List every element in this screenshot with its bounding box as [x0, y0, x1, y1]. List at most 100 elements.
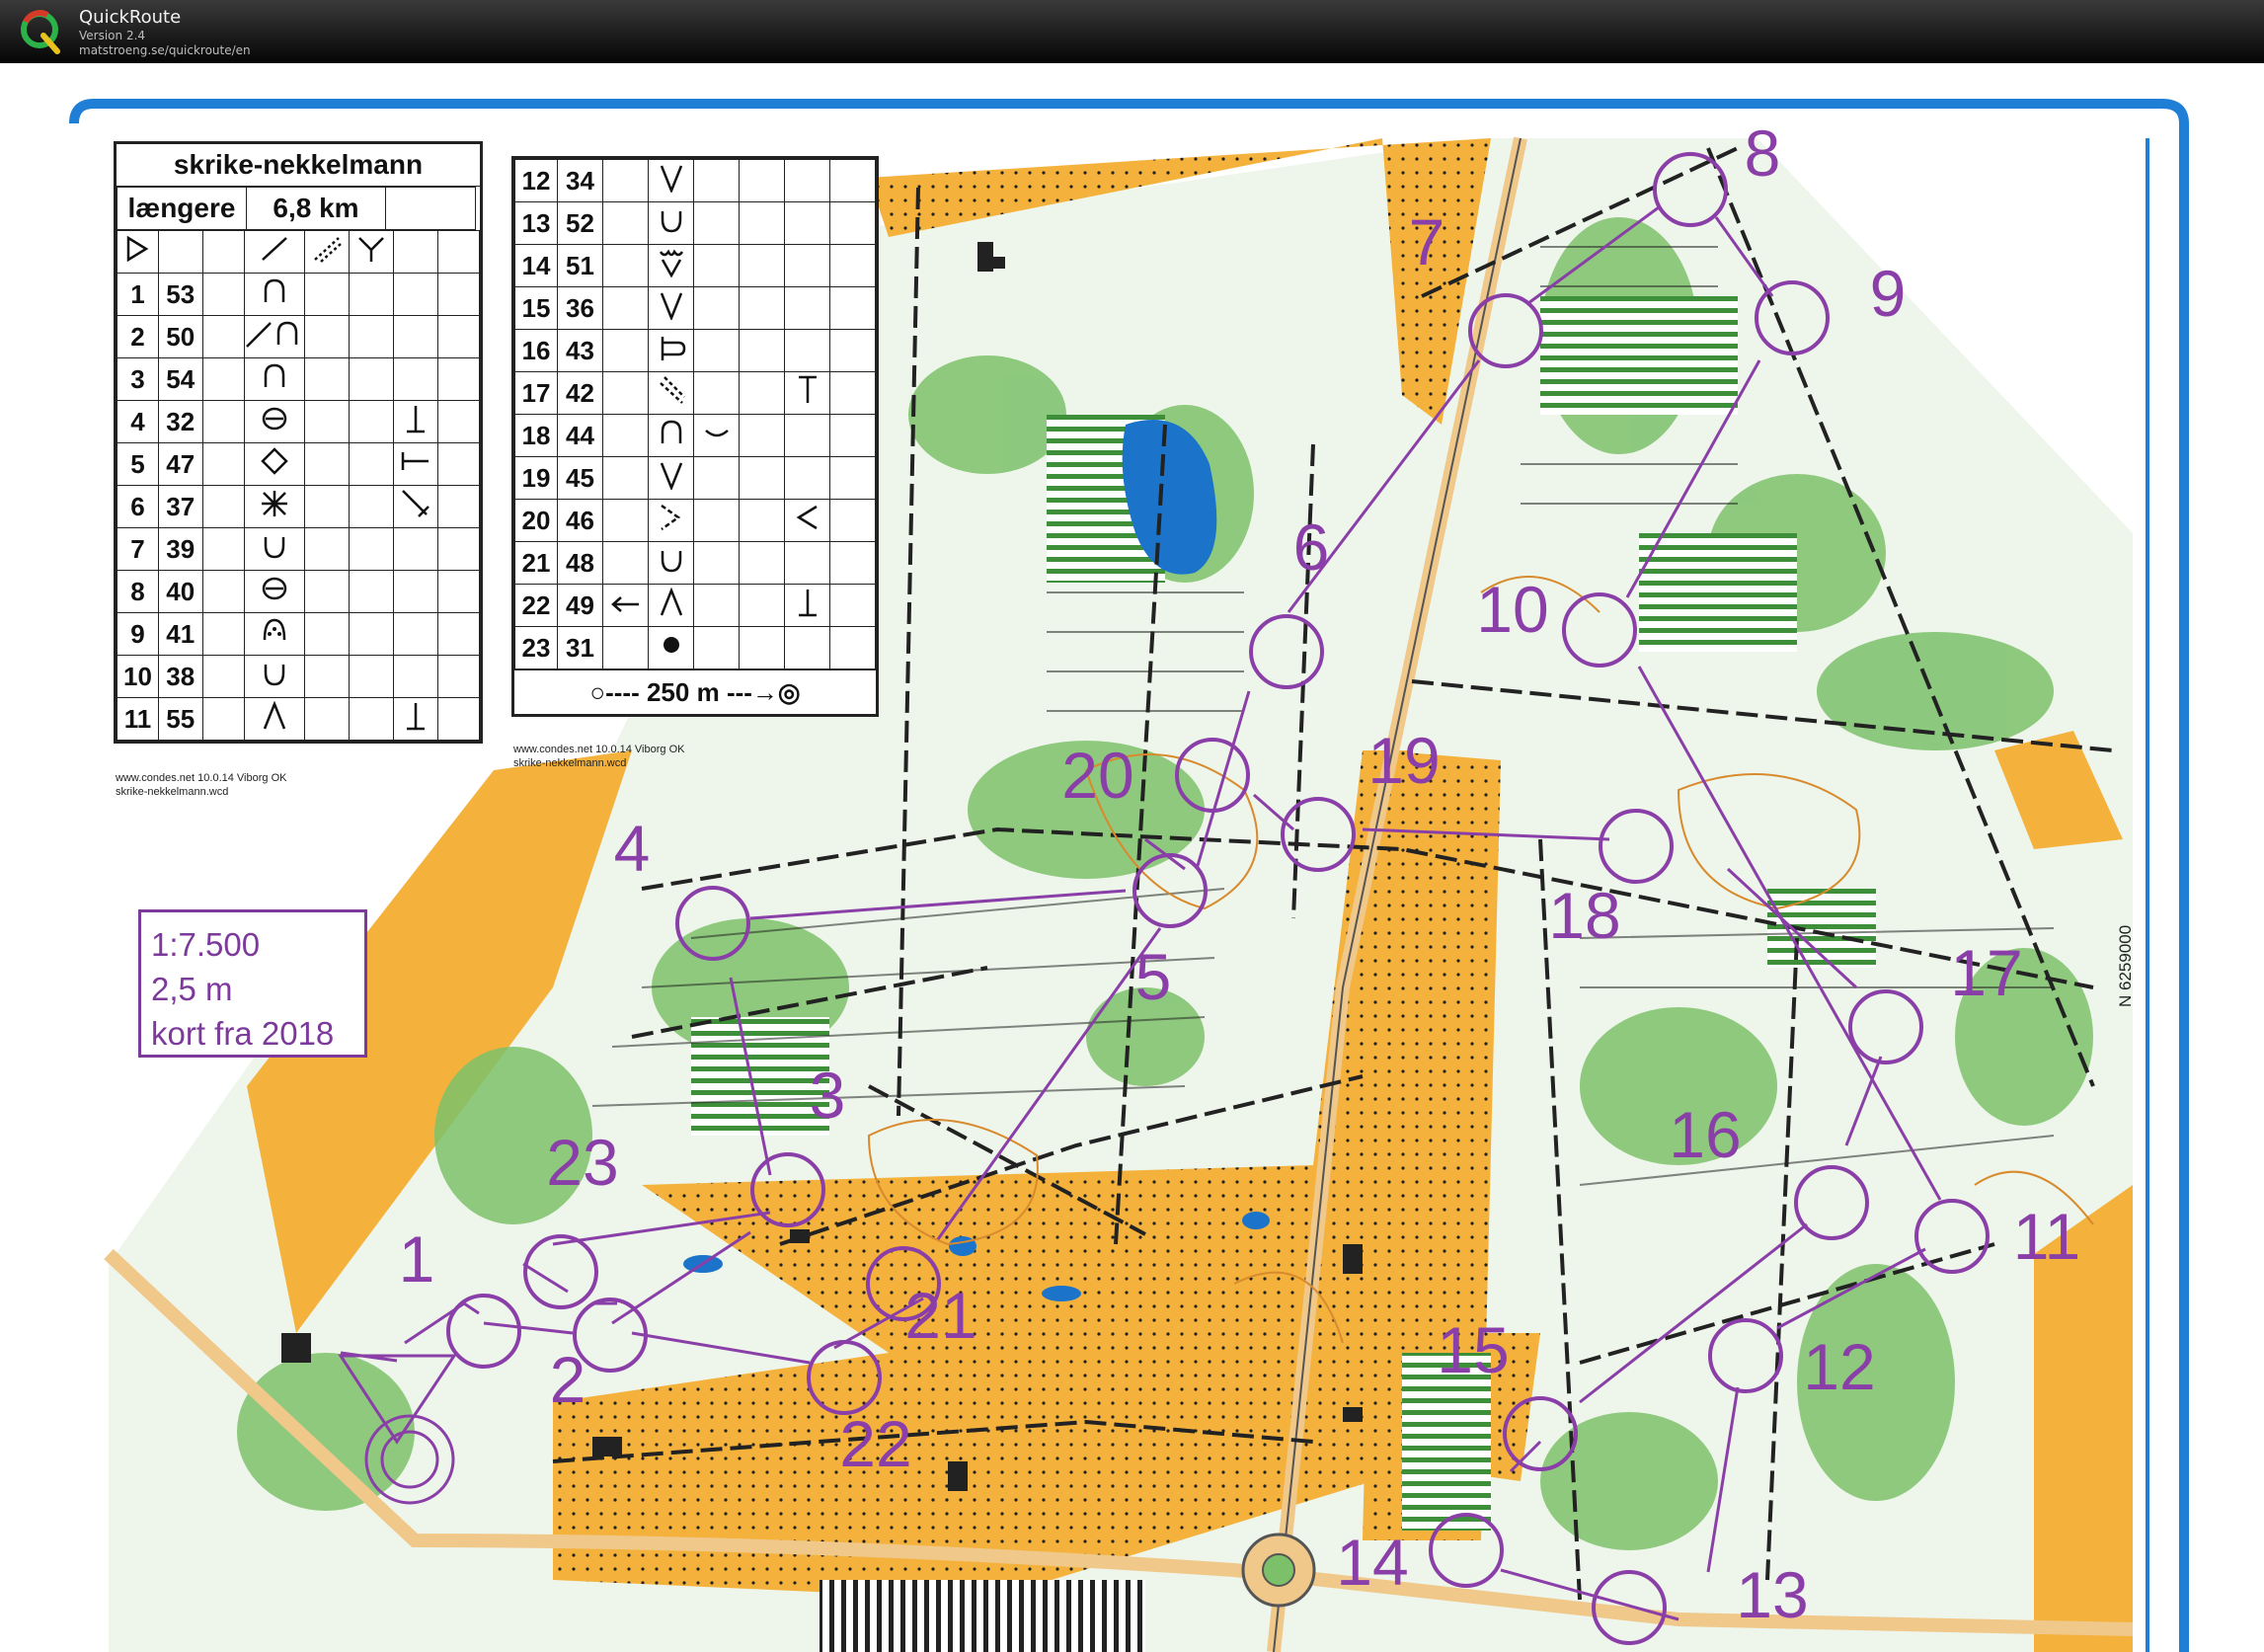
bottom-position-icon — [392, 697, 438, 741]
control-code: 37 — [157, 485, 203, 528]
map-year-text: kort fra 2018 — [151, 1015, 335, 1052]
arrow-left-icon — [602, 584, 649, 627]
path-knoll-icon — [243, 315, 305, 358]
control-code: 51 — [557, 244, 603, 287]
control-code: 43 — [557, 329, 603, 372]
control-code: 38 — [157, 655, 203, 698]
description-row: 23 31 — [514, 626, 876, 669]
control-number: 19 — [514, 456, 558, 500]
start-triangle-icon — [117, 230, 159, 274]
description-row: 6 37 — [117, 485, 481, 528]
curve-icon — [693, 414, 740, 457]
vee-icon — [648, 499, 694, 542]
depression-icon — [648, 201, 694, 245]
control-number: 3 — [117, 357, 159, 401]
pit-icon — [243, 570, 305, 613]
control-number-13: 13 — [1736, 1558, 1808, 1631]
control-description-left: skrike-nekkelmann længere 6,8 km 1 53 2 50 3… — [114, 141, 483, 744]
rootstock-icon — [243, 612, 305, 656]
depression-icon — [243, 655, 305, 698]
description-rows-left: 1 53 2 50 3 54 4 32 5 47 6 37 7 39 8 40 9 41 10 38 11 55 — [117, 230, 481, 741]
finish-arrow-icon: ---→◎ — [726, 677, 801, 707]
course-name: skrike-nekkelmann — [117, 144, 480, 187]
control-number: 5 — [117, 442, 159, 486]
bottom-position-icon — [784, 584, 830, 627]
control-number-20: 20 — [1061, 739, 1133, 812]
control-number: 15 — [514, 286, 558, 330]
pond-2 — [1242, 1212, 1270, 1229]
description-row: 5 47 — [117, 442, 481, 486]
control-number: 1 — [117, 273, 159, 316]
corner-position-icon — [392, 485, 438, 528]
knoll-icon — [243, 357, 305, 401]
control-number: 7 — [117, 527, 159, 571]
contour-text: 2,5 m — [151, 971, 233, 1007]
control-number-4: 4 — [614, 812, 651, 885]
control-code: 36 — [557, 286, 603, 330]
control-code: 49 — [557, 584, 603, 627]
control-code: 42 — [557, 371, 603, 415]
control-code: 34 — [557, 159, 603, 202]
roundabout-center — [1262, 1553, 1295, 1587]
description-row: 19 45 — [514, 456, 876, 500]
control-number-11: 11 — [2013, 1200, 2081, 1273]
control-number-19: 19 — [1367, 724, 1440, 797]
description-row: 20 46 — [514, 499, 876, 542]
reentrant-icon — [648, 286, 694, 330]
control-code: 40 — [157, 570, 203, 613]
pond — [1042, 1286, 1081, 1301]
description-row: 9 41 — [117, 612, 481, 656]
description-row: 16 43 — [514, 329, 876, 372]
control-number-12: 12 — [1803, 1330, 1875, 1403]
control-number: 9 — [117, 612, 159, 656]
control-number-1: 1 — [399, 1222, 435, 1296]
title-bar: QuickRoute Version 2.4 matstroeng.se/qui… — [0, 0, 2264, 63]
control-number: 11 — [117, 697, 159, 741]
course-length: 6,8 km — [246, 187, 386, 230]
control-code: 31 — [557, 626, 603, 669]
control-code: 46 — [557, 499, 603, 542]
control-number-14: 14 — [1336, 1526, 1408, 1599]
control-number: 16 — [514, 329, 558, 372]
control-number: 22 — [514, 584, 558, 627]
description-row: 1 53 — [117, 273, 481, 316]
control-number: 18 — [514, 414, 558, 457]
map-canvas[interactable]: 1 2 3 4 5 6 7 8 9 10 11 12 13 14 15 16 17 18 19 20 21 22 23 N … — [0, 63, 2264, 1652]
finish-row: ○---- 250 m ---→◎ — [514, 669, 876, 714]
control-number: 17 — [514, 371, 558, 415]
dot-icon — [648, 626, 694, 669]
scale-box: 1:7.500 2,5 m kort fra 2018 — [138, 909, 367, 1058]
scale-text: 1:7.500 — [151, 926, 261, 963]
description-row: 15 36 — [514, 286, 876, 330]
parking-area — [820, 1580, 1145, 1652]
control-number-2: 2 — [550, 1343, 586, 1416]
description-row: 7 39 — [117, 527, 481, 571]
description-row: 12 34 — [514, 159, 876, 202]
description-row: 13 52 — [514, 201, 876, 245]
control-code: 45 — [557, 456, 603, 500]
control-number-10: 10 — [1476, 573, 1548, 646]
spur-icon — [243, 697, 305, 741]
control-description-right: 12 34 13 52 14 51 15 36 16 43 17 42 18 44 19 45 20 46 21 48… — [511, 156, 879, 717]
control-number: 23 — [514, 626, 558, 669]
course-class: længere — [117, 187, 247, 230]
spur-icon — [648, 584, 694, 627]
control-code: 50 — [157, 315, 203, 358]
app-url: matstroeng.se/quickroute/en — [79, 43, 251, 57]
footnote-right-2: skrike-nekkelmann.wcd — [513, 757, 627, 769]
control-number: 12 — [514, 159, 558, 202]
control-number-22: 22 — [839, 1407, 911, 1480]
description-row: 3 54 — [117, 357, 481, 401]
app-name: QuickRoute — [79, 7, 182, 28]
junction-icon — [648, 329, 694, 372]
pit-icon — [243, 400, 305, 443]
description-rows-right: 12 34 13 52 14 51 15 36 16 43 17 42 18 44 19 45 20 46 21 48… — [514, 159, 876, 669]
description-row: 17 42 — [514, 371, 876, 415]
knoll-icon — [243, 273, 305, 316]
control-number: 10 — [117, 655, 159, 698]
control-number: 2 — [117, 315, 159, 358]
finish-distance: 250 m — [646, 677, 720, 707]
erosion-icon — [648, 244, 694, 287]
description-row: 8 40 — [117, 570, 481, 613]
control-number-15: 15 — [1437, 1313, 1509, 1386]
